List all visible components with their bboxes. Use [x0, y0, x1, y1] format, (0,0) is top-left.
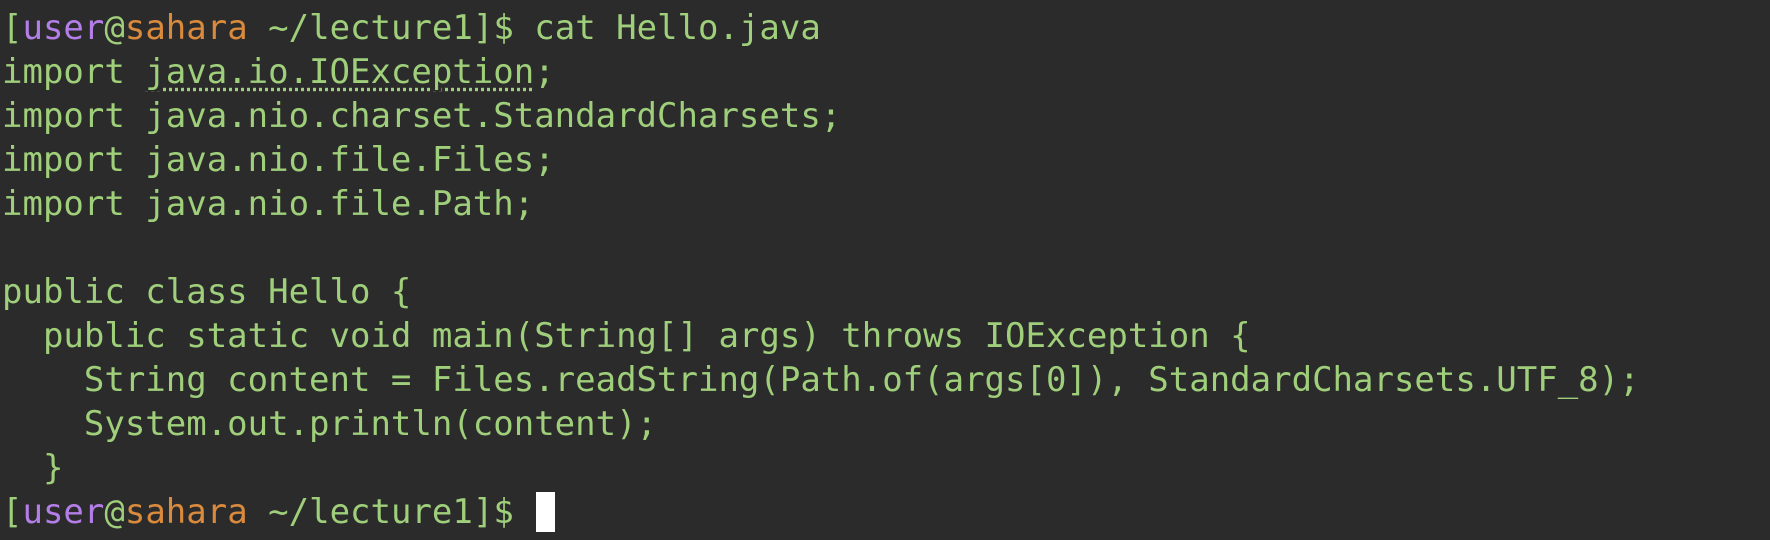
code-line-println: System.out.println(content);	[2, 404, 658, 444]
prompt-directory: ~/lecture1]$	[247, 492, 535, 532]
import-semicolon: ;	[534, 52, 555, 92]
code-line-import-files: import java.nio.file.Files;	[2, 140, 555, 180]
code-line-read-string: String content = Files.readString(Path.o…	[2, 360, 1640, 400]
import-keyword: import	[2, 52, 146, 92]
prompt-host: sahara	[124, 8, 248, 48]
prompt-at: @	[104, 8, 125, 48]
prompt-directory: ~/lecture1]$	[247, 8, 535, 48]
prompt-user: user	[22, 8, 105, 48]
code-line-close-method: }	[2, 448, 64, 488]
prompt-line-active[interactable]: [user@sahara ~/lecture1]$	[2, 490, 556, 534]
command-text: cat Hello.java	[534, 8, 821, 48]
code-line-import-charsets: import java.nio.charset.StandardCharsets…	[2, 96, 842, 136]
prompt-open-bracket: [	[2, 492, 23, 532]
code-line-main-declaration: public static void main(String[] args) t…	[2, 316, 1251, 356]
prompt-at: @	[104, 492, 125, 532]
import-io-package: java.io.IOException	[145, 52, 535, 92]
prompt-host: sahara	[124, 492, 248, 532]
prompt-line: [user@sahara ~/lecture1]$ cat Hello.java	[2, 6, 821, 50]
text-cursor[interactable]	[536, 491, 556, 532]
code-line-class-declaration: public class Hello {	[2, 272, 412, 312]
terminal-window[interactable]: [user@sahara ~/lecture1]$ cat Hello.java…	[0, 0, 1770, 540]
prompt-user: user	[22, 492, 105, 532]
code-line-import-path: import java.nio.file.Path;	[2, 184, 535, 224]
code-line-import-io: import java.io.IOException;	[2, 50, 555, 94]
prompt-open-bracket: [	[2, 8, 23, 48]
